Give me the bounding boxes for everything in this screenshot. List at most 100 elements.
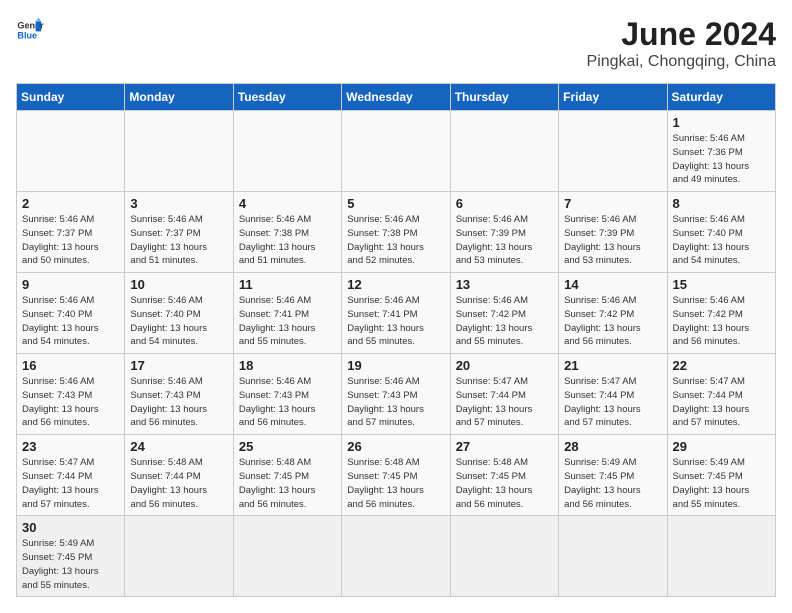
- day-info: Sunrise: 5:47 AMSunset: 7:44 PMDaylight:…: [564, 375, 661, 430]
- table-row: 23 Sunrise: 5:47 AMSunset: 7:44 PMDaylig…: [17, 435, 125, 516]
- day-info: Sunrise: 5:46 AMSunset: 7:41 PMDaylight:…: [347, 294, 444, 349]
- calendar-table: Sunday Monday Tuesday Wednesday Thursday…: [16, 83, 776, 597]
- svg-text:Blue: Blue: [17, 30, 37, 40]
- calendar-subtitle: Pingkai, Chongqing, China: [587, 53, 776, 71]
- table-row: [559, 111, 667, 192]
- day-number: 5: [347, 196, 444, 211]
- table-row: 22 Sunrise: 5:47 AMSunset: 7:44 PMDaylig…: [667, 354, 775, 435]
- table-row: [450, 111, 558, 192]
- table-row: [17, 111, 125, 192]
- day-info: Sunrise: 5:49 AMSunset: 7:45 PMDaylight:…: [22, 537, 119, 592]
- table-row: 4 Sunrise: 5:46 AMSunset: 7:38 PMDayligh…: [233, 192, 341, 273]
- table-row: [450, 516, 558, 597]
- day-number: 25: [239, 439, 336, 454]
- table-row: 13 Sunrise: 5:46 AMSunset: 7:42 PMDaylig…: [450, 273, 558, 354]
- day-info: Sunrise: 5:46 AMSunset: 7:42 PMDaylight:…: [673, 294, 770, 349]
- day-number: 2: [22, 196, 119, 211]
- day-number: 20: [456, 358, 553, 373]
- day-number: 11: [239, 277, 336, 292]
- day-number: 23: [22, 439, 119, 454]
- table-row: [667, 516, 775, 597]
- day-number: 4: [239, 196, 336, 211]
- logo: General Blue: [16, 16, 44, 44]
- title-section: June 2024 Pingkai, Chongqing, China: [587, 16, 776, 71]
- day-number: 7: [564, 196, 661, 211]
- day-number: 14: [564, 277, 661, 292]
- table-row: [125, 111, 233, 192]
- day-info: Sunrise: 5:46 AMSunset: 7:43 PMDaylight:…: [239, 375, 336, 430]
- table-row: 29 Sunrise: 5:49 AMSunset: 7:45 PMDaylig…: [667, 435, 775, 516]
- day-number: 12: [347, 277, 444, 292]
- day-number: 10: [130, 277, 227, 292]
- day-info: Sunrise: 5:46 AMSunset: 7:37 PMDaylight:…: [130, 213, 227, 268]
- day-number: 13: [456, 277, 553, 292]
- table-row: 6 Sunrise: 5:46 AMSunset: 7:39 PMDayligh…: [450, 192, 558, 273]
- header-wednesday: Wednesday: [342, 84, 450, 111]
- day-info: Sunrise: 5:49 AMSunset: 7:45 PMDaylight:…: [673, 456, 770, 511]
- table-row: [559, 516, 667, 597]
- day-info: Sunrise: 5:47 AMSunset: 7:44 PMDaylight:…: [673, 375, 770, 430]
- table-row: 7 Sunrise: 5:46 AMSunset: 7:39 PMDayligh…: [559, 192, 667, 273]
- table-row: 27 Sunrise: 5:48 AMSunset: 7:45 PMDaylig…: [450, 435, 558, 516]
- day-number: 16: [22, 358, 119, 373]
- table-row: 18 Sunrise: 5:46 AMSunset: 7:43 PMDaylig…: [233, 354, 341, 435]
- day-number: 6: [456, 196, 553, 211]
- day-info: Sunrise: 5:47 AMSunset: 7:44 PMDaylight:…: [456, 375, 553, 430]
- table-row: [233, 516, 341, 597]
- table-row: 21 Sunrise: 5:47 AMSunset: 7:44 PMDaylig…: [559, 354, 667, 435]
- table-row: 19 Sunrise: 5:46 AMSunset: 7:43 PMDaylig…: [342, 354, 450, 435]
- header-sunday: Sunday: [17, 84, 125, 111]
- header-tuesday: Tuesday: [233, 84, 341, 111]
- table-row: [342, 111, 450, 192]
- day-info: Sunrise: 5:48 AMSunset: 7:45 PMDaylight:…: [239, 456, 336, 511]
- day-info: Sunrise: 5:46 AMSunset: 7:43 PMDaylight:…: [347, 375, 444, 430]
- table-row: 10 Sunrise: 5:46 AMSunset: 7:40 PMDaylig…: [125, 273, 233, 354]
- table-row: 1 Sunrise: 5:46 AMSunset: 7:36 PMDayligh…: [667, 111, 775, 192]
- table-row: 8 Sunrise: 5:46 AMSunset: 7:40 PMDayligh…: [667, 192, 775, 273]
- table-row: 9 Sunrise: 5:46 AMSunset: 7:40 PMDayligh…: [17, 273, 125, 354]
- table-row: 12 Sunrise: 5:46 AMSunset: 7:41 PMDaylig…: [342, 273, 450, 354]
- table-row: [233, 111, 341, 192]
- table-row: 16 Sunrise: 5:46 AMSunset: 7:43 PMDaylig…: [17, 354, 125, 435]
- day-number: 29: [673, 439, 770, 454]
- day-info: Sunrise: 5:48 AMSunset: 7:44 PMDaylight:…: [130, 456, 227, 511]
- header-monday: Monday: [125, 84, 233, 111]
- table-row: 15 Sunrise: 5:46 AMSunset: 7:42 PMDaylig…: [667, 273, 775, 354]
- day-number: 26: [347, 439, 444, 454]
- day-number: 8: [673, 196, 770, 211]
- table-row: [125, 516, 233, 597]
- day-info: Sunrise: 5:48 AMSunset: 7:45 PMDaylight:…: [456, 456, 553, 511]
- calendar-title: June 2024: [587, 16, 776, 53]
- day-number: 24: [130, 439, 227, 454]
- day-info: Sunrise: 5:46 AMSunset: 7:38 PMDaylight:…: [347, 213, 444, 268]
- table-row: [342, 516, 450, 597]
- day-info: Sunrise: 5:46 AMSunset: 7:42 PMDaylight:…: [456, 294, 553, 349]
- day-info: Sunrise: 5:46 AMSunset: 7:41 PMDaylight:…: [239, 294, 336, 349]
- day-info: Sunrise: 5:46 AMSunset: 7:40 PMDaylight:…: [22, 294, 119, 349]
- day-number: 18: [239, 358, 336, 373]
- day-info: Sunrise: 5:46 AMSunset: 7:43 PMDaylight:…: [22, 375, 119, 430]
- day-number: 3: [130, 196, 227, 211]
- calendar-header: Sunday Monday Tuesday Wednesday Thursday…: [17, 84, 776, 111]
- day-number: 28: [564, 439, 661, 454]
- day-info: Sunrise: 5:46 AMSunset: 7:40 PMDaylight:…: [130, 294, 227, 349]
- table-row: 11 Sunrise: 5:46 AMSunset: 7:41 PMDaylig…: [233, 273, 341, 354]
- day-info: Sunrise: 5:47 AMSunset: 7:44 PMDaylight:…: [22, 456, 119, 511]
- table-row: 25 Sunrise: 5:48 AMSunset: 7:45 PMDaylig…: [233, 435, 341, 516]
- day-info: Sunrise: 5:46 AMSunset: 7:42 PMDaylight:…: [564, 294, 661, 349]
- calendar-body: 1 Sunrise: 5:46 AMSunset: 7:36 PMDayligh…: [17, 111, 776, 597]
- header-thursday: Thursday: [450, 84, 558, 111]
- day-info: Sunrise: 5:46 AMSunset: 7:37 PMDaylight:…: [22, 213, 119, 268]
- day-number: 9: [22, 277, 119, 292]
- day-number: 19: [347, 358, 444, 373]
- day-info: Sunrise: 5:46 AMSunset: 7:40 PMDaylight:…: [673, 213, 770, 268]
- table-row: 17 Sunrise: 5:46 AMSunset: 7:43 PMDaylig…: [125, 354, 233, 435]
- day-info: Sunrise: 5:46 AMSunset: 7:36 PMDaylight:…: [673, 132, 770, 187]
- table-row: 26 Sunrise: 5:48 AMSunset: 7:45 PMDaylig…: [342, 435, 450, 516]
- day-info: Sunrise: 5:46 AMSunset: 7:39 PMDaylight:…: [456, 213, 553, 268]
- day-number: 21: [564, 358, 661, 373]
- table-row: 3 Sunrise: 5:46 AMSunset: 7:37 PMDayligh…: [125, 192, 233, 273]
- day-number: 22: [673, 358, 770, 373]
- table-row: 2 Sunrise: 5:46 AMSunset: 7:37 PMDayligh…: [17, 192, 125, 273]
- day-info: Sunrise: 5:46 AMSunset: 7:39 PMDaylight:…: [564, 213, 661, 268]
